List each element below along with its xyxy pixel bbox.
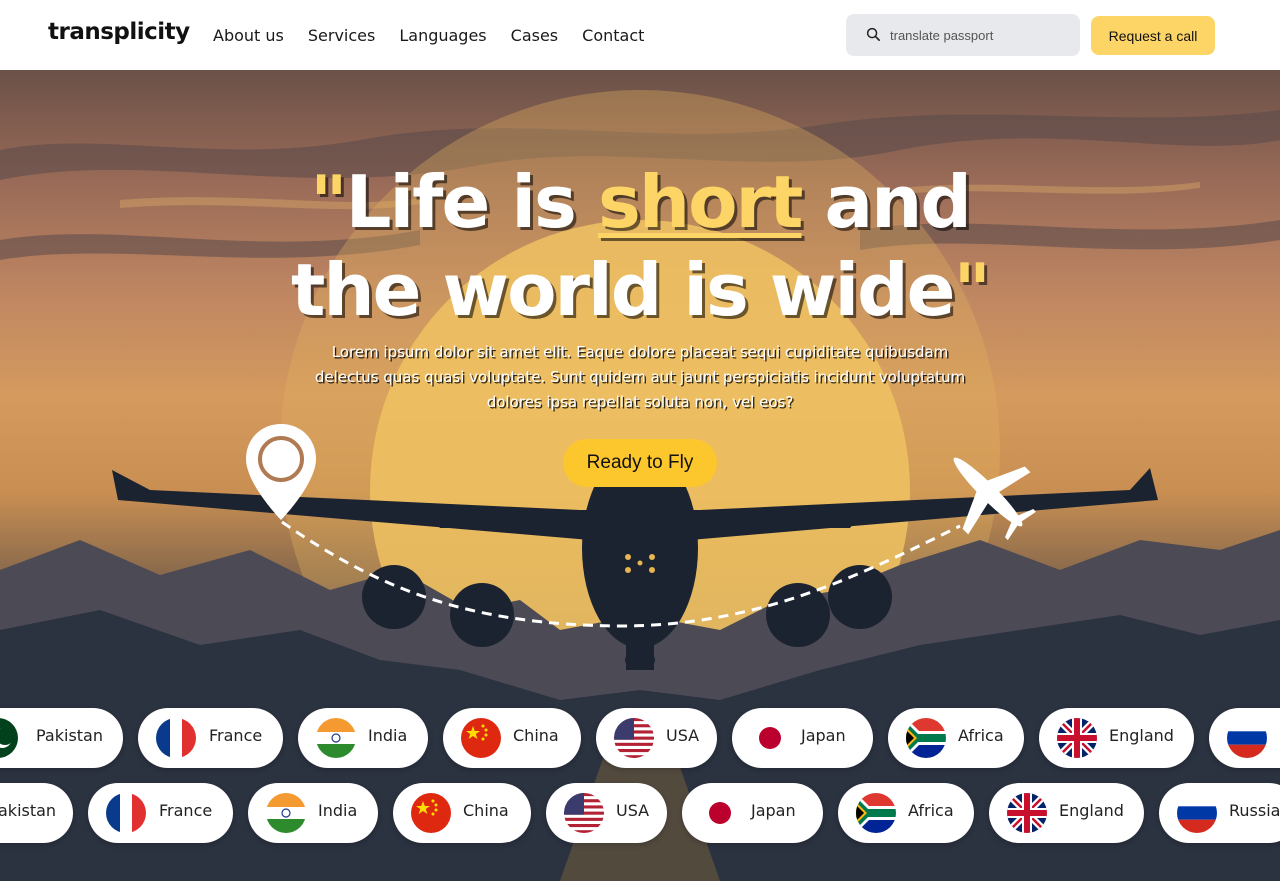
search-icon [866,27,880,41]
country-label: China [513,726,559,745]
site-header: transplicity About us Services Languages… [0,0,1280,70]
country-pill-france[interactable]: France [88,783,233,843]
uk-flag-icon [1007,793,1047,833]
search-box[interactable] [846,14,1080,56]
japan-flag-icon [750,718,790,758]
nav-item-languages[interactable]: Languages [399,26,486,45]
nav-item-about[interactable]: About us [213,26,284,45]
search-input[interactable] [890,24,1070,46]
country-label: France [159,801,213,820]
france-flag-icon [156,718,196,758]
nav-item-cases[interactable]: Cases [511,26,559,45]
headline-line2: the world is wide [290,248,956,332]
country-label: Japan [801,726,846,745]
india-flag-icon [316,718,356,758]
country-label: France [209,726,263,745]
headline-close-quote: " [953,248,991,332]
hero-headline: "Life is short and the world is wide" [0,158,1280,334]
country-pill-china[interactable]: China [393,783,531,843]
country-pill-africa[interactable]: Africa [888,708,1024,768]
country-row-1: Pakistan France India China USA Japan Af… [0,708,1280,768]
headline-part1: Life is [345,160,598,244]
china-flag-icon [461,718,501,758]
south-africa-flag-icon [906,718,946,758]
france-flag-icon [106,793,146,833]
request-call-button[interactable]: Request a call [1091,16,1215,55]
japan-flag-icon [700,793,740,833]
headline-part2: and [801,160,972,244]
country-pill-russia[interactable] [1209,708,1280,768]
pakistan-flag-icon [0,718,18,758]
country-pill-england[interactable]: England [1039,708,1194,768]
brand-logo[interactable]: transplicity [48,19,190,45]
country-label: India [368,726,408,745]
country-pill-england[interactable]: England [989,783,1144,843]
country-pill-japan[interactable]: Japan [682,783,823,843]
location-pin-icon [246,424,316,520]
country-pill-usa[interactable]: USA [596,708,717,768]
headline-open-quote: " [310,160,347,244]
south-africa-flag-icon [856,793,896,833]
country-pill-india[interactable]: India [298,708,428,768]
hero-lead-text: Lorem ipsum dolor sit amet elit. Eaque d… [314,343,966,411]
uk-flag-icon [1057,718,1097,758]
country-pill-africa[interactable]: Africa [838,783,974,843]
country-pill-russia[interactable]: Russia [1159,783,1280,843]
country-row-2: akistan France India China USA Japan Afr… [0,783,1280,843]
russia-flag-icon [1177,793,1217,833]
russia-flag-icon [1227,718,1267,758]
country-label: USA [616,801,650,820]
country-pill-france[interactable]: France [138,708,283,768]
main-nav: About us Services Languages Cases Contac… [213,26,644,45]
ready-to-fly-button[interactable]: Ready to Fly [563,439,717,487]
country-label: Japan [751,801,796,820]
hero-section: "Life is short and the world is wide" Lo… [0,70,1280,881]
airplane-icon [953,457,1037,541]
country-label: USA [666,726,700,745]
country-label: Africa [958,726,1004,745]
country-pill-china[interactable]: China [443,708,581,768]
country-label: Russia [1229,801,1280,820]
nav-item-contact[interactable]: Contact [582,26,644,45]
country-pill-pakistan[interactable]: akistan [0,783,73,843]
country-label: England [1059,801,1124,820]
usa-flag-icon [564,793,604,833]
country-pill-pakistan[interactable]: Pakistan [0,708,123,768]
india-flag-icon [266,793,306,833]
country-label: China [463,801,509,820]
country-label: Pakistan [36,726,103,745]
country-label: akistan [0,801,57,820]
country-label: England [1109,726,1174,745]
china-flag-icon [411,793,451,833]
usa-flag-icon [614,718,654,758]
nav-item-services[interactable]: Services [308,26,375,45]
country-pill-japan[interactable]: Japan [732,708,873,768]
country-pill-usa[interactable]: USA [546,783,667,843]
country-pill-india[interactable]: India [248,783,378,843]
country-label: Africa [908,801,954,820]
country-label: India [318,801,358,820]
headline-highlight: short [597,160,804,244]
